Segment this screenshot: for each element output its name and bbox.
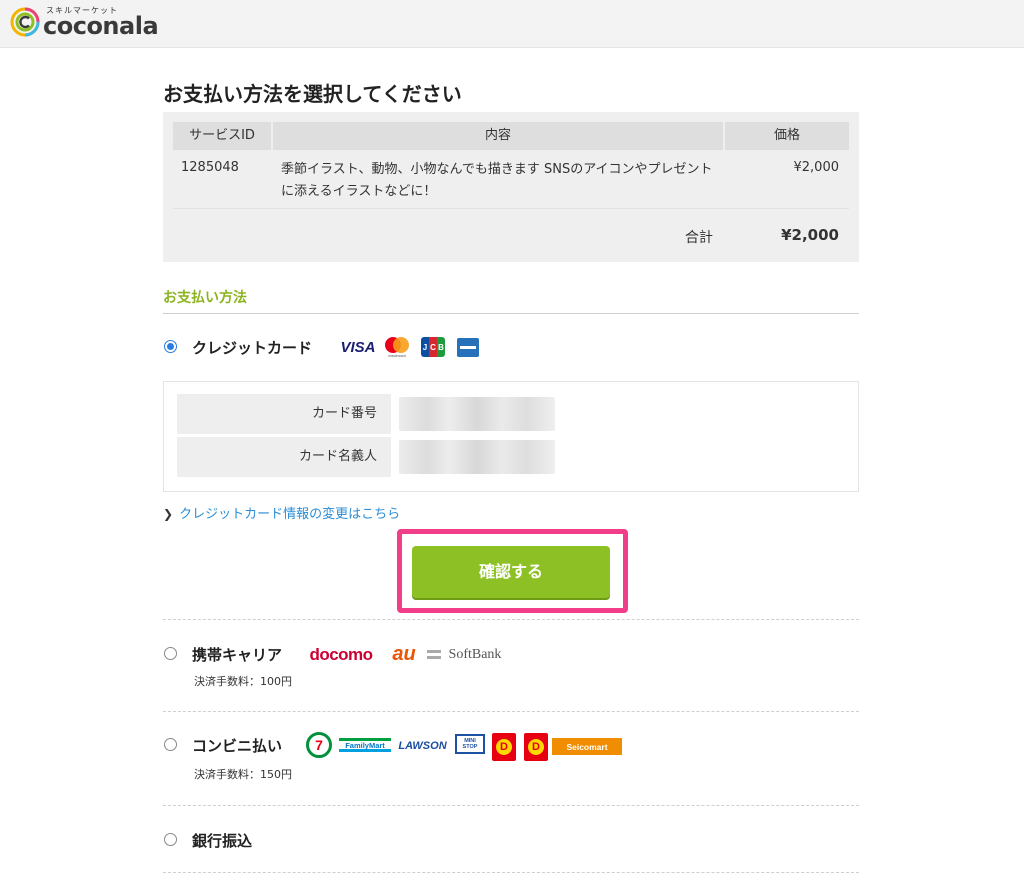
docomo-logo: docomo	[309, 645, 373, 664]
saved-card-box: カード番号 カード名義人	[163, 381, 859, 492]
ministop-logo: MINI STOP	[455, 734, 485, 754]
section-divider	[163, 313, 859, 314]
carrier-fee: 決済手数料：100円	[194, 675, 292, 688]
logo-wordmark: coconala	[43, 12, 159, 40]
service-description-cell: 季節イラスト、動物、小物なんでも描きます SNSのアイコンやプレゼントに添えるイ…	[281, 162, 713, 199]
change-card-link-text: クレジットカード情報の変更はこちら	[179, 507, 401, 522]
order-summary-table: サービスID 内容 価格 1285048 季節イラスト、動物、小物なんでも描きま…	[163, 112, 859, 262]
total-value: ¥2,000	[781, 226, 839, 244]
familymart-logo: FamilyMart	[339, 738, 391, 752]
carrier-radio[interactable]	[164, 647, 177, 660]
method-divider	[163, 805, 859, 806]
convenience-store-radio[interactable]	[164, 738, 177, 751]
column-header-service-id: サービスID	[173, 122, 271, 150]
jcb-icon: J C B	[421, 337, 445, 357]
page-title: お支払い方法を選択してください	[163, 82, 462, 106]
convenience-store-fee: 決済手数料：150円	[194, 768, 292, 781]
carrier-label: 携帯キャリア	[192, 646, 283, 664]
service-id-cell: 1285048	[181, 160, 239, 175]
softbank-logo: SoftBank	[448, 647, 502, 662]
bank-transfer-label: 銀行振込	[192, 832, 253, 850]
method-divider	[163, 872, 859, 873]
chevron-right-icon: ❯	[163, 507, 174, 521]
card-holder-label: カード名義人	[177, 437, 391, 477]
column-header-price: 価格	[725, 122, 849, 150]
visa-icon: VISA	[340, 338, 376, 356]
card-number-label: カード番号	[177, 394, 391, 434]
row-divider	[173, 208, 849, 209]
column-header-content: 内容	[273, 122, 723, 150]
confirm-button[interactable]: 確認する	[412, 546, 610, 598]
credit-card-label: クレジットカード	[192, 339, 313, 357]
coconala-logo-icon	[10, 7, 40, 37]
seven-eleven-logo: 7	[306, 732, 332, 758]
daily-yamazaki-logo: D	[492, 733, 516, 761]
convenience-store-label: コンビニ払い	[192, 737, 283, 755]
service-price-cell: ¥2,000	[793, 160, 840, 175]
yamazaki-daily-store-logo: D	[524, 733, 548, 761]
au-logo: au	[392, 642, 416, 665]
lawson-logo: LAWSON	[398, 740, 447, 752]
mastercard-icon: mastercard	[385, 337, 409, 358]
payment-method-heading: お支払い方法	[163, 290, 247, 306]
card-number-value-redacted	[399, 397, 555, 431]
amex-icon	[457, 338, 479, 357]
coconala-logo[interactable]: スキルマーケット coconala	[10, 5, 160, 43]
method-divider	[163, 619, 859, 620]
softbank-icon	[427, 650, 441, 653]
card-holder-value-redacted	[399, 440, 555, 474]
daily-yamazaki-mark: D	[496, 739, 512, 755]
bank-transfer-radio[interactable]	[164, 833, 177, 846]
credit-card-radio[interactable]	[164, 340, 177, 353]
site-header: スキルマーケット coconala	[0, 0, 1024, 48]
method-divider	[163, 711, 859, 712]
yamazaki-daily-store-mark: D	[528, 739, 544, 755]
seicomart-logo: Seicomart	[552, 738, 622, 755]
softbank-icon-bar	[427, 656, 441, 659]
total-label: 合計	[685, 230, 713, 246]
change-card-link[interactable]: ❯ クレジットカード情報の変更はこちら	[163, 503, 400, 522]
svg-text:mastercard: mastercard	[388, 354, 406, 358]
